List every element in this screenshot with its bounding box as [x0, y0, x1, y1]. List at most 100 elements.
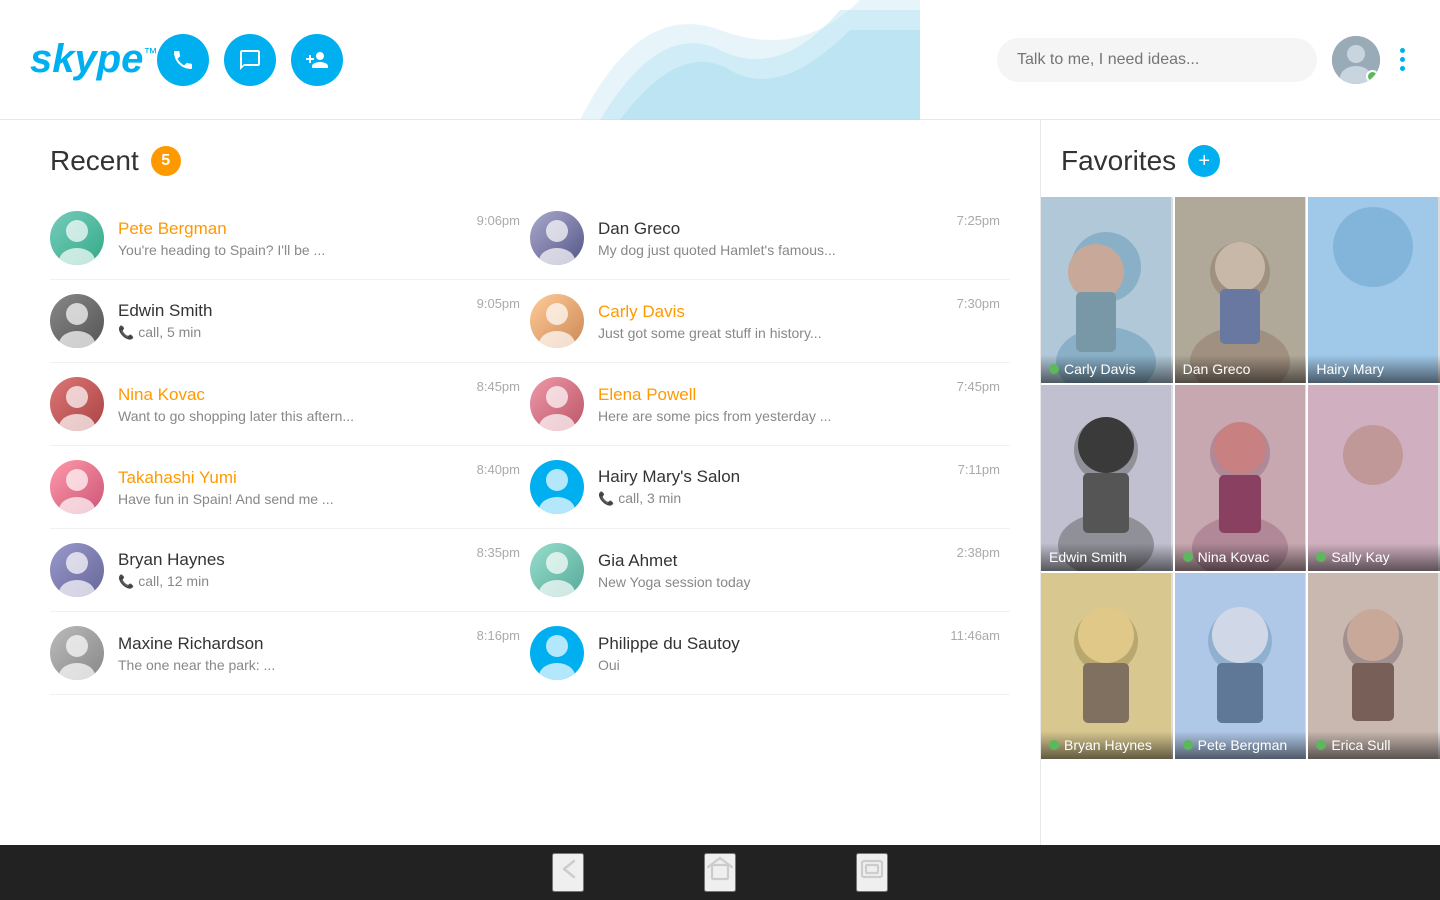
favorite-name: Hairy Mary — [1316, 361, 1384, 377]
back-button[interactable] — [552, 853, 584, 892]
favorite-name: Dan Greco — [1183, 361, 1251, 377]
add-favorite-button[interactable]: + — [1188, 145, 1220, 177]
online-dot — [1049, 364, 1059, 374]
contact-time: 7:11pm — [958, 460, 1000, 477]
favorite-item[interactable]: Edwin Smith — [1041, 385, 1173, 571]
favorites-grid: Carly Davis Dan Greco Hairy Mary Edwin S… — [1041, 197, 1440, 759]
contact-name: Gia Ahmet — [598, 551, 949, 571]
contact-item[interactable]: Elena PowellHere are some pics from yest… — [530, 363, 1010, 446]
favorite-name: Nina Kovac — [1198, 549, 1270, 565]
contact-avatar — [530, 460, 584, 514]
favorite-name: Carly Davis — [1064, 361, 1136, 377]
contact-item[interactable]: Nina Kovac Want to go shopping later this… — [50, 363, 530, 446]
favorite-label: Hairy Mary — [1308, 355, 1440, 383]
contact-preview: You're heading to Spain? I'll be ... — [118, 242, 469, 258]
contact-name: Takahashi Yumi — [118, 468, 469, 488]
contact-time: 2:38pm — [957, 543, 1000, 560]
header: skype™ — [0, 0, 1440, 120]
contact-info: Philippe du Sautoy Oui — [598, 634, 942, 673]
contact-time: 9:06pm — [477, 211, 520, 228]
contact-info: Bryan Haynes📞call, 12 min — [118, 550, 469, 590]
call-button[interactable] — [157, 34, 209, 86]
favorite-label: Sally Kay — [1308, 543, 1440, 571]
call-icon: 📞 — [118, 574, 134, 589]
contact-info: Takahashi Yumi Have fun in Spain! And sen… — [118, 468, 469, 507]
more-options-button[interactable] — [1395, 43, 1410, 76]
contact-name: Philippe du Sautoy — [598, 634, 942, 654]
more-dot-3 — [1400, 66, 1405, 71]
contact-info: Carly DavisJust got some great stuff in … — [598, 302, 949, 341]
contact-item[interactable]: Pete Bergman You're heading to Spain? I'l… — [50, 197, 530, 280]
contact-time: 8:45pm — [477, 377, 520, 394]
online-dot — [1049, 740, 1059, 750]
contact-item[interactable]: Hairy Mary's Salon📞call, 3 min7:11pm — [530, 446, 1010, 529]
search-input[interactable] — [997, 38, 1317, 82]
contact-preview: 📞call, 3 min — [598, 490, 950, 507]
favorite-item[interactable]: Hairy Mary — [1308, 197, 1440, 383]
favorite-item[interactable]: Carly Davis — [1041, 197, 1173, 383]
contact-name: Nina Kovac — [118, 385, 469, 405]
recents-button[interactable] — [856, 853, 888, 892]
contact-item[interactable]: Dan GrecoMy dog just quoted Hamlet's fam… — [530, 197, 1010, 280]
contact-avatar — [530, 543, 584, 597]
more-dot-1 — [1400, 48, 1405, 53]
home-button[interactable] — [704, 853, 736, 892]
contact-item[interactable]: Maxine Richardson The one near the park: … — [50, 612, 530, 695]
favorite-item[interactable]: Dan Greco — [1175, 197, 1307, 383]
favorite-item[interactable]: Erica Sull — [1308, 573, 1440, 759]
contact-preview: Oui — [598, 657, 942, 673]
contact-name: Maxine Richardson — [118, 634, 469, 654]
skype-logo: skype™ — [30, 37, 157, 82]
contact-avatar — [50, 460, 104, 514]
favorite-item[interactable]: Bryan Haynes — [1041, 573, 1173, 759]
contact-item[interactable]: Bryan Haynes📞call, 12 min 8:35pm — [50, 529, 530, 612]
contact-item[interactable]: Edwin Smith📞call, 5 min9:05pm — [50, 280, 530, 363]
contact-avatar — [530, 211, 584, 265]
contact-time: 8:40pm — [477, 460, 520, 477]
contact-item[interactable]: Gia AhmetNew Yoga session today 2:38pm — [530, 529, 1010, 612]
contact-time: 8:16pm — [477, 626, 520, 643]
add-icon: + — [1198, 151, 1210, 171]
contact-item[interactable]: Carly DavisJust got some great stuff in … — [530, 280, 1010, 363]
contact-preview: The one near the park: ... — [118, 657, 469, 673]
favorites-area: Favorites + Carly Davis Dan Greco Hairy … — [1040, 120, 1440, 845]
contact-time: 8:35pm — [477, 543, 520, 560]
contact-time: 7:45pm — [957, 377, 1000, 394]
add-contact-button[interactable] — [291, 34, 343, 86]
contact-item[interactable]: Takahashi Yumi Have fun in Spain! And sen… — [50, 446, 530, 529]
contact-info: Gia AhmetNew Yoga session today — [598, 551, 949, 590]
header-decoration — [520, 0, 920, 120]
user-avatar[interactable] — [1332, 36, 1380, 84]
favorite-label: Pete Bergman — [1175, 731, 1307, 759]
contact-time: 7:25pm — [957, 211, 1000, 228]
contact-info: Nina Kovac Want to go shopping later this… — [118, 385, 469, 424]
favorite-item[interactable]: Nina Kovac — [1175, 385, 1307, 571]
contact-avatar — [50, 211, 104, 265]
online-dot — [1316, 552, 1326, 562]
contact-preview: Here are some pics from yesterday ... — [598, 408, 949, 424]
favorite-label: Erica Sull — [1308, 731, 1440, 759]
contact-preview: Want to go shopping later this aftern... — [118, 408, 469, 424]
contact-info: Maxine Richardson The one near the park: … — [118, 634, 469, 673]
recent-header: Recent 5 — [50, 145, 1010, 177]
favorite-label: Nina Kovac — [1175, 543, 1307, 571]
main-content: Recent 5 Pete Bergman You're heading to S… — [0, 120, 1440, 845]
favorite-label: Dan Greco — [1175, 355, 1307, 383]
contact-avatar — [530, 626, 584, 680]
online-dot — [1316, 740, 1326, 750]
favorite-name: Edwin Smith — [1049, 549, 1127, 565]
recent-area: Recent 5 Pete Bergman You're heading to S… — [0, 120, 1040, 845]
online-dot — [1183, 552, 1193, 562]
message-button[interactable] — [224, 34, 276, 86]
favorite-item[interactable]: Sally Kay — [1308, 385, 1440, 571]
favorite-name: Pete Bergman — [1198, 737, 1288, 753]
favorite-item[interactable]: Pete Bergman — [1175, 573, 1307, 759]
online-dot — [1183, 740, 1193, 750]
contact-name: Pete Bergman — [118, 219, 469, 239]
contact-avatar — [50, 377, 104, 431]
contact-item[interactable]: Philippe du SautoyOui11:46am — [530, 612, 1010, 695]
contact-time: 7:30pm — [957, 294, 1000, 311]
contact-info: Elena PowellHere are some pics from yest… — [598, 385, 949, 424]
favorite-label: Carly Davis — [1041, 355, 1173, 383]
contact-preview: Have fun in Spain! And send me ... — [118, 491, 469, 507]
